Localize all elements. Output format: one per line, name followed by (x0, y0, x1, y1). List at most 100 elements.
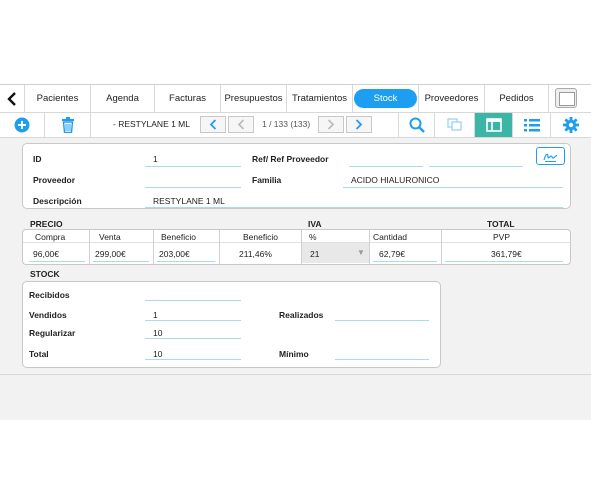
beneficio-value: 203,00€ (159, 249, 190, 259)
divider (441, 230, 442, 264)
record-toolbar: - RESTYLANE 1 ML 1 / 133 (133) (0, 113, 591, 138)
window-icon (559, 92, 575, 106)
tab-label: Presupuestos (224, 93, 283, 104)
venta-value[interactable]: 299,00€ (95, 249, 126, 259)
regularizar-field[interactable] (145, 338, 241, 339)
tab-label: Tratamientos (291, 93, 348, 104)
cantidad-value: 62,79€ (379, 249, 405, 259)
tab-facturas[interactable]: Facturas (154, 85, 220, 112)
stock-heading: STOCK (30, 269, 60, 279)
recibidos-label: Recibidos (29, 290, 70, 300)
gear-icon (563, 117, 579, 133)
search-button[interactable] (398, 113, 434, 137)
delete-button[interactable] (44, 113, 90, 137)
total-label: Total (29, 349, 49, 359)
module-tabs: Pacientes Agenda Facturas Presupuestos T… (0, 85, 591, 113)
prev-record-button[interactable] (200, 116, 226, 133)
search-icon (409, 117, 425, 133)
vendidos-label: Vendidos (29, 310, 67, 320)
duplicate-button[interactable] (434, 113, 474, 137)
app-window: Pacientes Agenda Facturas Presupuestos T… (0, 84, 591, 420)
id-value: 1 (153, 154, 158, 164)
tab-pedidos[interactable]: Pedidos (484, 85, 548, 112)
price-grid: Compra Venta Beneficio Beneficio % Canti… (22, 229, 571, 265)
footer-divider (0, 374, 591, 375)
divider (153, 230, 154, 264)
add-button[interactable] (0, 113, 44, 137)
recibidos-field[interactable] (145, 300, 241, 301)
tab-stock[interactable]: Stock (352, 85, 418, 112)
cantidad-field (373, 261, 437, 262)
pvp-value[interactable]: 361,79€ (491, 249, 522, 259)
realizados-field[interactable] (335, 320, 429, 321)
tab-proveedores[interactable]: Proveedores (418, 85, 484, 112)
descripcion-label: Descripción (33, 196, 82, 206)
beneficio-pct-value: 211,46% (239, 249, 272, 259)
total-value: 10 (153, 349, 163, 359)
next-icon (355, 119, 363, 130)
record-name: - RESTYLANE 1 ML (113, 119, 190, 129)
divider (89, 230, 90, 264)
tab-presupuestos[interactable]: Presupuestos (220, 85, 286, 112)
pvp-header: PVP (493, 232, 511, 242)
vendidos-field[interactable] (145, 320, 241, 321)
tab-label: Pacientes (36, 93, 79, 104)
tab-agenda[interactable]: Agenda (90, 85, 154, 112)
tab-label: Proveedores (424, 93, 479, 104)
form-view-icon (485, 118, 502, 132)
signature-icon (543, 153, 558, 162)
divider (219, 230, 220, 264)
copy-icon (446, 118, 462, 131)
tab-pacientes[interactable]: Pacientes (24, 85, 90, 112)
ref-label: Ref/ Ref Proveedor (252, 154, 329, 164)
add-icon (14, 117, 30, 133)
signature-button[interactable] (536, 147, 565, 165)
compra-field[interactable] (29, 261, 85, 262)
compra-value[interactable]: 96,00€ (33, 249, 59, 259)
next-icon (327, 119, 335, 130)
minimo-field[interactable] (335, 359, 429, 360)
vendidos-value: 1 (153, 310, 158, 320)
tab-label: Facturas (169, 93, 206, 104)
product-card: ID 1 Ref/ Ref Proveedor Proveedor Famili… (22, 143, 571, 209)
id-label: ID (33, 154, 42, 164)
beneficio-pct-header: Beneficio (243, 232, 278, 242)
stock-card: Recibidos Vendidos 1 Realizados Regulari… (22, 281, 441, 368)
form-view-button[interactable] (474, 113, 512, 137)
familia-value: ACIDO HIALURONICO (351, 175, 440, 185)
venta-field[interactable] (93, 261, 149, 262)
proveedor-label: Proveedor (33, 175, 76, 185)
tab-label: Agenda (106, 93, 139, 104)
pvp-field[interactable] (445, 261, 563, 262)
trash-icon (61, 117, 74, 133)
total-field[interactable] (145, 359, 241, 360)
prev-icon (237, 119, 245, 130)
ref-field[interactable] (349, 166, 423, 167)
familia-field[interactable] (343, 187, 563, 188)
cantidad-header: Cantidad (373, 232, 408, 242)
window-toggle-button[interactable] (555, 88, 577, 108)
back-button[interactable] (0, 85, 24, 112)
iva-heading: IVA (308, 219, 322, 229)
precio-heading: PRECIO (30, 219, 63, 229)
settings-button[interactable] (550, 113, 591, 137)
descripcion-field[interactable] (145, 207, 563, 208)
venta-header: Venta (99, 232, 121, 242)
next-record-button[interactable] (318, 116, 344, 133)
last-record-button[interactable] (346, 116, 372, 133)
iva-value: 21 (310, 249, 320, 259)
proveedor-field[interactable] (145, 187, 241, 188)
descripcion-value: RESTYLANE 1 ML (153, 196, 225, 206)
first-record-button[interactable] (228, 116, 254, 133)
list-view-icon (523, 118, 540, 131)
tab-label: Stock (353, 89, 418, 108)
regularizar-value: 10 (153, 328, 163, 338)
list-view-button[interactable] (512, 113, 550, 137)
prev-icon (209, 119, 217, 130)
id-field[interactable] (145, 166, 241, 167)
tab-tratamientos[interactable]: Tratamientos (286, 85, 352, 112)
ref-proveedor-field[interactable] (429, 166, 523, 167)
compra-header: Compra (35, 232, 66, 242)
regularizar-label: Regularizar (29, 328, 76, 338)
minimo-label: Mínimo (279, 349, 309, 359)
